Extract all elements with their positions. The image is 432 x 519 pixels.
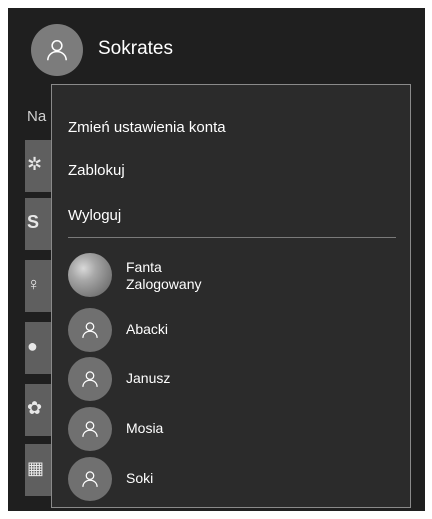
user-header[interactable]: Sokrates (8, 8, 425, 88)
photo-avatar (68, 253, 112, 297)
account-item-soki[interactable]: Soki (52, 457, 410, 505)
account-avatar (68, 457, 112, 501)
start-menu-panel: Sokrates Na ✲ S ♀ ● ✿ ▦ Zmień ustawienia… (8, 8, 425, 511)
change-account-settings-item[interactable]: Zmień ustawienia konta (52, 107, 410, 147)
sign-out-item[interactable]: Wyloguj (52, 195, 410, 235)
person-icon (82, 322, 98, 338)
people-icon: ● (27, 336, 38, 356)
person-icon (47, 40, 67, 61)
account-avatar (68, 357, 112, 401)
account-item-abacki[interactable]: Abacki (52, 308, 410, 356)
account-name: Abacki (126, 321, 169, 337)
store-icon: S (27, 212, 40, 232)
app-tile-store[interactable]: S (25, 198, 53, 250)
lock-item[interactable]: Zablokuj (52, 150, 410, 190)
person-icon (82, 471, 98, 487)
app-tile-paint[interactable]: ✿ (25, 384, 53, 436)
person-icon (82, 371, 98, 387)
user-avatar[interactable] (31, 24, 83, 76)
bulb-icon: ♀ (27, 274, 41, 294)
account-name: Soki (126, 470, 154, 486)
account-item-janusz[interactable]: Janusz (52, 357, 410, 405)
account-item-fanta[interactable]: Fanta Zalogowany (52, 253, 410, 301)
app-tile-settings[interactable]: ✲ (25, 140, 53, 192)
section-heading-partial: Na (27, 108, 47, 125)
account-avatar (68, 308, 112, 352)
person-icon (82, 421, 98, 437)
user-name: Sokrates (98, 38, 173, 59)
calculator-icon: ▦ (27, 458, 45, 478)
account-item-mosia[interactable]: Mosia (52, 407, 410, 455)
app-tile-people[interactable]: ● (25, 322, 53, 374)
account-name: Mosia (126, 420, 164, 436)
account-status: Zalogowany (126, 276, 202, 292)
menu-divider (68, 237, 396, 238)
app-tile-tips[interactable]: ♀ (25, 260, 53, 312)
account-name: Janusz (126, 370, 171, 386)
account-flyout: Zmień ustawienia konta Zablokuj Wyloguj … (51, 84, 411, 508)
palette-icon: ✿ (27, 398, 43, 418)
account-avatar (68, 407, 112, 451)
account-name: Fanta (126, 259, 162, 275)
settings-icon: ✲ (27, 154, 43, 174)
app-tile-calculator[interactable]: ▦ (25, 444, 53, 496)
